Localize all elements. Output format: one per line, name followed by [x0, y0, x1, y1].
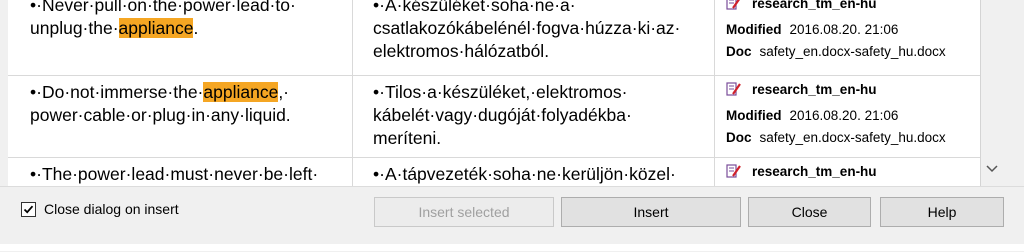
source-text: •·Do·not·immerse·the·	[30, 82, 204, 102]
target-line: meríteni.	[373, 128, 442, 148]
target-segment: •·A·tápvezeték·soha·ne·kerüljön·közel·	[373, 163, 710, 186]
source-line: •·Never·pull·on·the·power·lead·to·	[30, 0, 348, 17]
doc-line: Doc safety_en.docx-safety_hu.docx	[726, 44, 946, 59]
vertical-scrollbar[interactable]	[981, 0, 1003, 186]
doc-value: safety_en.docx-safety_hu.docx	[759, 130, 946, 145]
chevron-down-icon[interactable]	[985, 160, 999, 178]
doc-label: Doc	[726, 130, 752, 145]
modified-line: Modified 2016.08.20. 21:06	[726, 22, 898, 37]
modified-line: Modified 2016.08.20. 21:06	[726, 108, 898, 123]
checkbox-box[interactable]	[21, 201, 36, 217]
source-text: power·cable·or·plug·in·any·liquid.	[30, 105, 291, 125]
modified-label: Modified	[726, 108, 782, 123]
match-highlight: appliance	[118, 18, 194, 38]
result-row[interactable]: •·Never·pull·on·the·power·lead·to· unplug…	[8, 0, 980, 76]
source-line: power·cable·or·plug·in·any·liquid.	[30, 104, 348, 127]
source-cell: •·The·power·lead·must·never·be·left·	[8, 158, 353, 186]
tm-document-icon	[726, 164, 741, 178]
doc-line: Doc safety_en.docx-safety_hu.docx	[726, 130, 946, 145]
concordance-dialog: •·Never·pull·on·the·power·lead·to· unplug…	[0, 0, 1024, 252]
tm-line: research_tm_en-hu	[726, 0, 877, 11]
source-segment: •·The·power·lead·must·never·be·left·	[30, 163, 348, 186]
source-cell: •·Never·pull·on·the·power·lead·to· unplug…	[8, 0, 353, 75]
target-line: csatlakozókábelénél·fogva·húzza·ki·az·	[373, 18, 681, 38]
tm-line: research_tm_en-hu	[726, 164, 877, 179]
metadata-cell: research_tm_en-hu	[715, 158, 980, 186]
source-cell: •·Do·not·immerse·the·appliance,· power·ca…	[8, 76, 353, 157]
source-text: .	[193, 18, 199, 38]
results-list[interactable]: •·Never·pull·on·the·power·lead·to· unplug…	[8, 0, 981, 186]
source-segment: •·Never·pull·on·the·power·lead·to· unplug…	[30, 0, 348, 40]
dialog-footer: Close dialog on insert Insert selected I…	[0, 186, 1024, 252]
target-segment: •·Tilos·a·készüléket,·elektromos· kábelét…	[373, 81, 710, 150]
tm-document-icon	[726, 82, 741, 96]
target-cell: •·A·tápvezeték·soha·ne·kerüljön·közel·	[353, 158, 715, 186]
help-button[interactable]: Help	[880, 197, 1004, 227]
modified-value: 2016.08.20. 21:06	[789, 22, 899, 37]
target-line: elektromos·hálózatból.	[373, 41, 550, 61]
tm-name: research_tm_en-hu	[752, 0, 877, 11]
doc-value: safety_en.docx-safety_hu.docx	[759, 44, 946, 59]
target-line: kábelét·vagy·dugóját·folyadékba·	[373, 105, 632, 125]
source-text: •·Never·pull·on·the·power·lead·to·	[30, 0, 296, 15]
modified-value: 2016.08.20. 21:06	[789, 108, 899, 123]
metadata-cell: research_tm_en-hu Modified 2016.08.20. 21:…	[715, 76, 980, 157]
close-on-insert-checkbox[interactable]: Close dialog on insert	[21, 201, 179, 217]
insert-button[interactable]: Insert	[561, 197, 741, 227]
target-line: •·A·készüléket·soha·ne·a·	[373, 0, 576, 15]
result-row[interactable]: •·Do·not·immerse·the·appliance,· power·ca…	[8, 76, 980, 158]
target-line: •·Tilos·a·készüléket,·elektromos·	[373, 82, 628, 102]
source-text: unplug·the·	[30, 18, 119, 38]
modified-label: Modified	[726, 22, 782, 37]
doc-label: Doc	[726, 44, 752, 59]
source-line: unplug·the·appliance.	[30, 17, 348, 40]
target-line: •·A·tápvezeték·soha·ne·kerüljön·közel·	[373, 164, 676, 184]
tm-name: research_tm_en-hu	[752, 164, 877, 179]
source-line: •·Do·not·immerse·the·appliance,·	[30, 81, 348, 104]
match-highlight: appliance	[203, 82, 279, 102]
tm-name: research_tm_en-hu	[752, 82, 877, 97]
source-text: •·The·power·lead·must·never·be·left·	[30, 164, 319, 184]
target-cell: •·A·készüléket·soha·ne·a· csatlakozókábel…	[353, 0, 715, 75]
source-text: ,·	[278, 82, 290, 102]
target-cell: •·Tilos·a·készüléket,·elektromos· kábelét…	[353, 76, 715, 157]
target-segment: •·A·készüléket·soha·ne·a· csatlakozókábel…	[373, 0, 710, 63]
source-line: •·The·power·lead·must·never·be·left·	[30, 163, 348, 186]
checkbox-label: Close dialog on insert	[44, 201, 179, 217]
background-editor-strip	[0, 244, 1024, 251]
metadata-cell: research_tm_en-hu Modified 2016.08.20. 21:…	[715, 0, 980, 75]
source-segment: •·Do·not·immerse·the·appliance,· power·ca…	[30, 81, 348, 127]
result-row[interactable]: •·The·power·lead·must·never·be·left· •·A·…	[8, 158, 980, 186]
tm-line: research_tm_en-hu	[726, 82, 877, 97]
tm-document-icon	[726, 0, 740, 10]
insert-selected-button[interactable]: Insert selected	[374, 197, 554, 227]
close-button[interactable]: Close	[748, 197, 871, 227]
